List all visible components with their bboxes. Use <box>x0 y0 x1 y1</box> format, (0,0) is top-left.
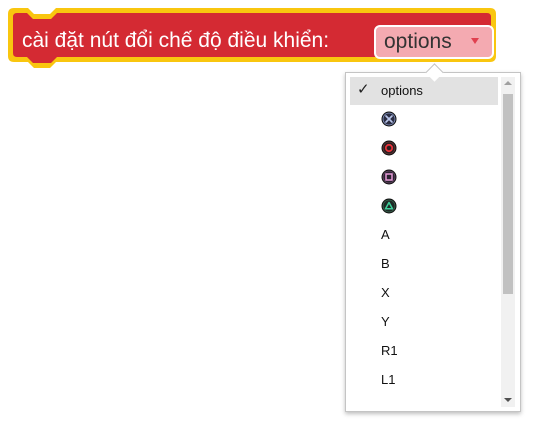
control-mode-block[interactable]: cài đặt nút đổi chế độ điều khiển: optio… <box>0 0 500 70</box>
block-label: cài đặt nút đổi chế độ điều khiển: <box>22 29 330 52</box>
scrollbar-thumb[interactable] <box>503 94 513 294</box>
menu-item-b[interactable]: B <box>350 250 498 279</box>
scroll-up-arrow-icon[interactable] <box>504 81 512 85</box>
dropdown-arrow-icon <box>471 38 479 44</box>
ps-circle-icon <box>381 140 397 156</box>
ps-cross-icon <box>381 111 397 127</box>
menu-list: ✓ options A B X Y R1 L1 <box>350 77 500 395</box>
menu-item-a[interactable]: A <box>350 221 498 250</box>
menu-item-l1[interactable]: L1 <box>350 366 498 395</box>
menu-item-x[interactable]: X <box>350 279 498 308</box>
menu-item-label: X <box>381 285 390 300</box>
dropdown-menu: ✓ options A B X Y R1 L1 <box>345 72 521 412</box>
menu-item-label: Y <box>381 314 390 329</box>
ps-square-icon <box>381 169 397 185</box>
ps-triangle-icon <box>381 198 397 214</box>
menu-item-label: options <box>381 83 423 98</box>
menu-item-triangle[interactable] <box>350 192 498 221</box>
scroll-down-arrow-icon[interactable] <box>504 398 512 402</box>
menu-item-label: R1 <box>381 343 398 358</box>
menu-item-cross[interactable] <box>350 105 498 134</box>
menu-item-options[interactable]: ✓ options <box>350 77 498 105</box>
menu-item-label: B <box>381 256 390 271</box>
menu-item-square[interactable] <box>350 163 498 192</box>
menu-item-y[interactable]: Y <box>350 308 498 337</box>
menu-item-circle[interactable] <box>350 134 498 163</box>
menu-item-label: A <box>381 227 390 242</box>
checkmark-icon: ✓ <box>357 81 370 98</box>
menu-scrollbar[interactable] <box>501 77 515 407</box>
mode-dropdown[interactable]: options <box>374 25 494 59</box>
menu-item-r1[interactable]: R1 <box>350 337 498 366</box>
menu-item-label: L1 <box>381 372 396 387</box>
dropdown-value: options <box>384 30 452 53</box>
